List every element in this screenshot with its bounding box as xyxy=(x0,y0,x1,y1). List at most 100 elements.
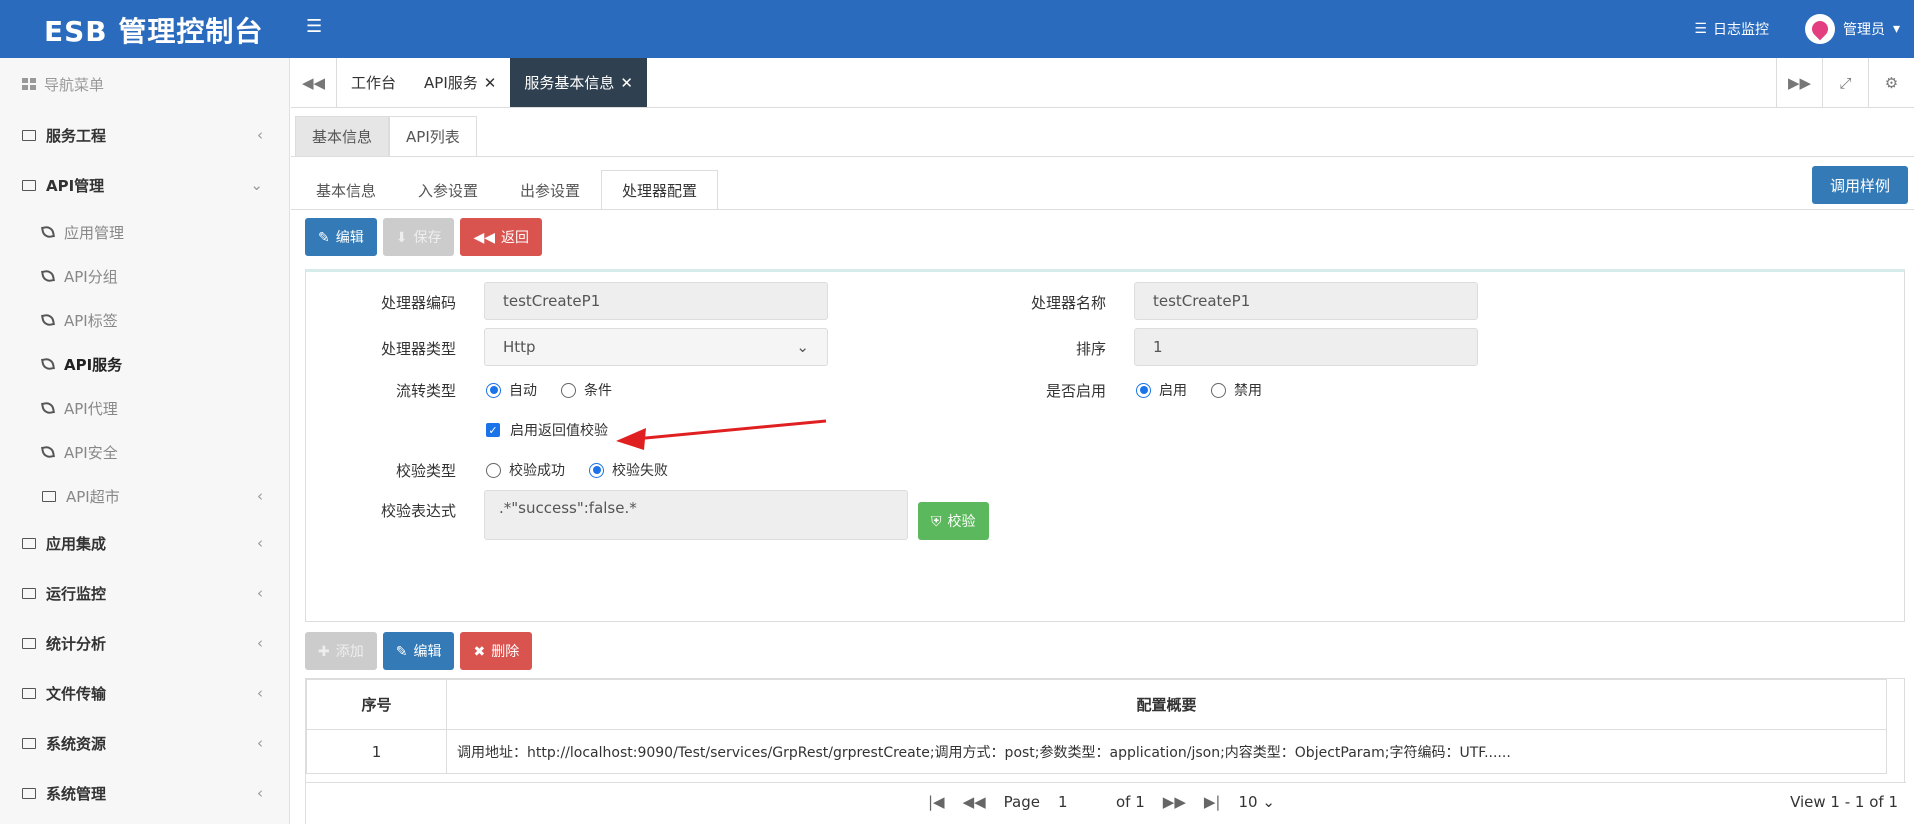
edit-icon: ✎ xyxy=(318,228,330,245)
top-header: ESB 管理控制台 ☰ ☰ 日志监控 管理员 ▾ xyxy=(0,0,1914,58)
prev-page-icon[interactable]: ◀◀ xyxy=(963,793,986,811)
page-size-select[interactable]: 10 ⌄ xyxy=(1238,793,1274,811)
enable-on-radio[interactable]: 启用 xyxy=(1136,380,1187,400)
avatar xyxy=(1804,14,1835,44)
sidebar-group-runtime-monitor[interactable]: 运行监控 ‹ xyxy=(0,568,289,618)
name-label: 处理器名称 xyxy=(1030,294,1106,312)
chevron-left-icon: ‹ xyxy=(257,487,263,505)
log-monitor-link[interactable]: ☰ 日志监控 xyxy=(1694,19,1769,39)
verify-fail-radio[interactable]: 校验失败 xyxy=(589,460,668,480)
enable-off-radio[interactable]: 禁用 xyxy=(1211,380,1262,400)
list-icon: ☰ xyxy=(1694,21,1707,37)
page-input[interactable]: 1 xyxy=(1058,793,1098,811)
row-number: 1 xyxy=(306,729,447,774)
next-page-icon[interactable]: ▶▶ xyxy=(1163,793,1186,811)
tab-api-list[interactable]: API列表 xyxy=(389,116,477,156)
tab-workbench[interactable]: 工作台 xyxy=(337,58,410,107)
tab-output-params[interactable]: 出参设置 xyxy=(499,170,601,210)
sidebar-item-app-management[interactable]: 应用管理 xyxy=(0,210,289,254)
grid-toolbar: ✚ 添加 ✎ 编辑 ✖ 删除 xyxy=(305,632,533,670)
app-logo: ESB 管理控制台 xyxy=(44,15,264,48)
verify-type-group: 校验成功 校验失败 xyxy=(486,460,682,480)
verify-success-radio[interactable]: 校验成功 xyxy=(486,460,565,480)
grid-icon xyxy=(22,78,36,90)
leaf-icon xyxy=(41,269,55,283)
call-sample-button[interactable]: 调用样例 xyxy=(1811,166,1908,204)
user-menu[interactable]: 管理员 ▾ xyxy=(1804,14,1900,44)
scroll-right-icon[interactable]: ▶▶ xyxy=(1776,58,1822,107)
flow-auto-radio[interactable]: 自动 xyxy=(486,380,537,400)
tab-api-service[interactable]: API服务 ✕ xyxy=(410,58,510,107)
sidebar-group-api-management[interactable]: API管理 ⌄ xyxy=(0,160,289,210)
divider xyxy=(291,209,1914,210)
scroll-left-icon[interactable]: ◀◀ xyxy=(291,58,337,107)
subtabs-config: 基本信息 入参设置 出参设置 处理器配置 xyxy=(295,170,719,210)
menu-toggle-icon[interactable]: ☰ xyxy=(306,16,322,37)
gear-icon[interactable]: ⚙ xyxy=(1868,58,1914,107)
folder-icon xyxy=(22,129,36,141)
folder-icon xyxy=(22,179,36,191)
sidebar-group-service-project[interactable]: 服务工程 ‹ xyxy=(0,110,289,160)
sidebar-item-api-proxy[interactable]: API代理 xyxy=(0,386,289,430)
order-input[interactable]: 1 xyxy=(1134,328,1478,366)
tab-processor-config[interactable]: 处理器配置 xyxy=(601,170,719,210)
sidebar-item-api-tag[interactable]: API标签 xyxy=(0,298,289,342)
table-row[interactable]: 1 调用地址：http://localhost:9090/Test/servic… xyxy=(306,729,1887,774)
return-check-checkbox[interactable]: ✓ 启用返回值校验 xyxy=(486,420,608,440)
first-page-icon[interactable]: |◀ xyxy=(928,793,945,811)
sidebar-group-file-transfer[interactable]: 文件传输 ‹ xyxy=(0,668,289,718)
tab-input-params[interactable]: 入参设置 xyxy=(397,170,499,210)
close-icon[interactable]: ✕ xyxy=(484,74,497,92)
save-icon: ⬇ xyxy=(395,228,408,245)
plus-icon: ✚ xyxy=(318,642,330,659)
folder-icon xyxy=(42,490,56,502)
flow-condition-radio[interactable]: 条件 xyxy=(561,380,612,400)
last-page-icon[interactable]: ▶| xyxy=(1204,793,1221,811)
sidebar-group-statistics[interactable]: 统计分析 ‹ xyxy=(0,618,289,668)
chevron-left-icon: ‹ xyxy=(257,684,263,702)
chevron-left-icon: ‹ xyxy=(257,126,263,144)
type-select[interactable]: Http ⌄ xyxy=(484,328,828,366)
add-button[interactable]: ✚ 添加 xyxy=(305,632,377,670)
processor-form: 处理器编码 testCreateP1 处理器名称 testCreateP1 处理… xyxy=(305,269,1905,622)
enable-group: 启用 禁用 xyxy=(1136,380,1276,400)
grid-edit-button[interactable]: ✎ 编辑 xyxy=(382,632,455,670)
close-icon: ✖ xyxy=(473,642,486,659)
chevron-left-icon: ‹ xyxy=(257,634,263,652)
verify-button[interactable]: ⛨ 校验 xyxy=(918,502,989,540)
delete-button[interactable]: ✖ 删除 xyxy=(460,632,533,670)
sidebar-item-api-service[interactable]: API服务 xyxy=(0,342,289,386)
back-button[interactable]: ◀◀ 返回 xyxy=(460,218,543,256)
leaf-icon xyxy=(41,313,55,327)
leaf-icon xyxy=(41,445,55,459)
fullscreen-icon[interactable]: ⤢ xyxy=(1822,58,1868,107)
verify-type-label: 校验类型 xyxy=(395,462,456,480)
sidebar-group-system-resources[interactable]: 系统资源 ‹ xyxy=(0,718,289,768)
column-header-no[interactable]: 序号 xyxy=(306,679,447,730)
leaf-icon xyxy=(41,401,55,415)
close-icon[interactable]: ✕ xyxy=(620,74,633,92)
code-input[interactable]: testCreateP1 xyxy=(484,282,828,320)
config-table: 序号 配置概要 1 调用地址：http://localhost:9090/Tes… xyxy=(306,679,1887,774)
chevron-down-icon: ⌄ xyxy=(796,338,809,356)
tab-basic[interactable]: 基本信息 xyxy=(295,170,397,210)
expr-textarea[interactable]: .*"success":false.* xyxy=(484,490,908,540)
chevron-left-icon: ‹ xyxy=(257,734,263,752)
flow-type-label: 流转类型 xyxy=(395,382,456,400)
save-button[interactable]: ⬇ 保存 xyxy=(382,218,455,256)
leaf-icon xyxy=(41,357,55,371)
edit-button[interactable]: ✎ 编辑 xyxy=(305,218,377,256)
sidebar-item-api-group[interactable]: API分组 xyxy=(0,254,289,298)
folder-icon xyxy=(22,587,36,599)
sidebar-group-system-management[interactable]: 系统管理 ‹ xyxy=(0,768,289,818)
tab-basic-info[interactable]: 基本信息 xyxy=(295,116,390,156)
sidebar-group-app-integration[interactable]: 应用集成 ‹ xyxy=(0,518,289,568)
tab-service-info[interactable]: 服务基本信息 ✕ xyxy=(510,58,647,107)
sidebar-item-api-market[interactable]: API超市 ‹ xyxy=(0,474,289,518)
column-header-summary[interactable]: 配置概要 xyxy=(446,679,1887,730)
back-icon: ◀◀ xyxy=(473,228,496,245)
name-input[interactable]: testCreateP1 xyxy=(1134,282,1478,320)
sidebar-item-api-security[interactable]: API安全 xyxy=(0,430,289,474)
view-info: View 1 - 1 of 1 xyxy=(1790,793,1898,811)
expr-label: 校验表达式 xyxy=(380,502,456,520)
